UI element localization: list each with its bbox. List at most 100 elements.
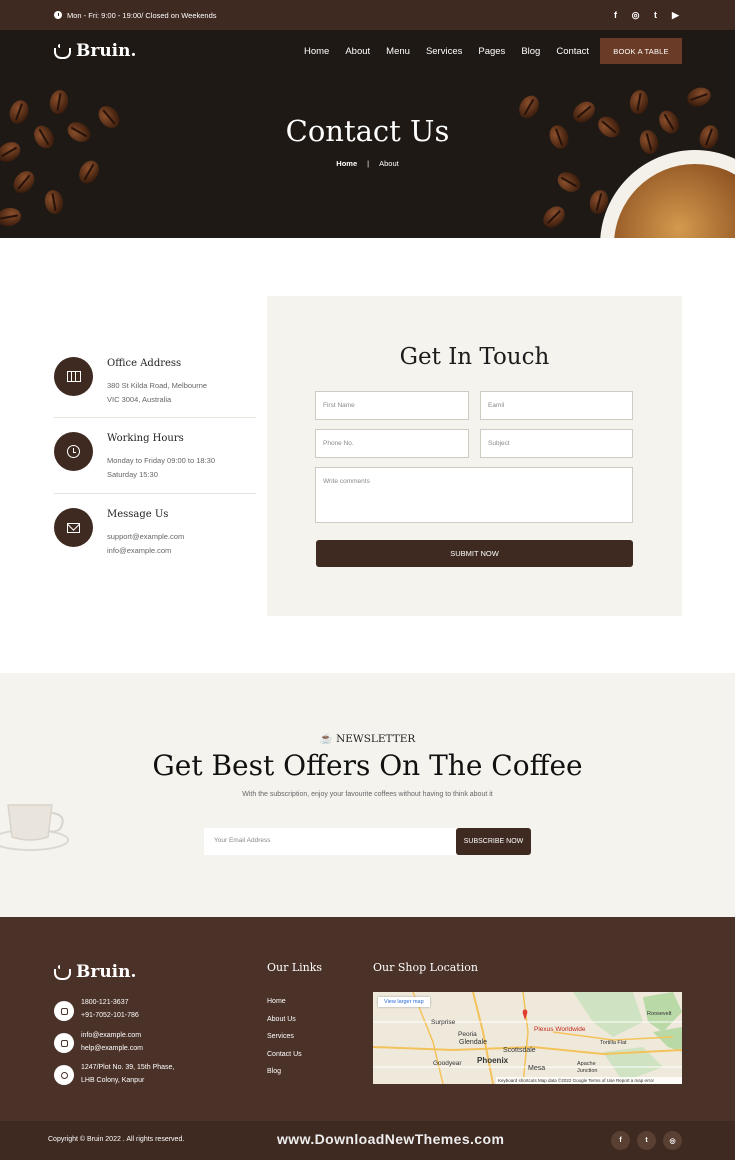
footer-instagram-icon[interactable]: ◎ <box>663 1131 682 1150</box>
office-address-title: Office Address <box>107 358 182 369</box>
envelope-icon <box>67 522 80 533</box>
nav-item-menu[interactable]: Menu <box>386 46 410 57</box>
footer-link-blog[interactable]: Blog <box>267 1063 302 1081</box>
nav-item-pages[interactable]: Pages <box>478 46 505 57</box>
submit-button[interactable]: SUBMIT NOW <box>316 540 633 567</box>
breadcrumb-home[interactable]: Home <box>336 159 357 168</box>
footer-twitter-icon[interactable]: t <box>637 1131 656 1150</box>
brand-logo[interactable]: Bruin. <box>54 41 136 61</box>
twitter-icon[interactable]: t <box>650 10 661 20</box>
support-email[interactable]: support@example.com <box>107 532 184 541</box>
footer-brand-name: Bruin. <box>76 962 137 982</box>
view-larger-map-link[interactable]: View larger map <box>378 997 430 1007</box>
newsletter-section: ☕ NEWSLETTER Get Best Offers On The Coff… <box>0 673 735 917</box>
subject-field[interactable]: Subject <box>480 429 633 458</box>
divider <box>54 417 256 418</box>
footer-facebook-icon[interactable]: f <box>611 1131 630 1150</box>
clock-icon <box>67 445 80 458</box>
breadcrumb-current: About <box>379 159 399 168</box>
newsletter-email-input[interactable]: Your Email Address <box>204 828 456 855</box>
footer-phone-2[interactable]: +91-7052-101-786 <box>81 1012 139 1019</box>
copyright-text: Copyright © Bruin 2022 . All rights rese… <box>48 1136 185 1143</box>
footer-link-services[interactable]: Services <box>267 1028 302 1046</box>
footer-links: Home About Us Services Contact Us Blog <box>267 993 302 1081</box>
email-icon <box>54 1033 74 1053</box>
brand-name: Bruin. <box>76 41 137 61</box>
coffee-bean-decoration <box>554 168 584 196</box>
opening-hours-text: Mon - Fri: 9:00 - 19:00/ Closed on Weeke… <box>67 10 217 20</box>
footer-link-contact[interactable]: Contact Us <box>267 1046 302 1064</box>
map-label-scottsdale: Scottsdale <box>503 1047 536 1054</box>
working-hours-line-1: Monday to Friday 09:00 to 18:30 <box>107 456 215 465</box>
footer-email-1[interactable]: info@example.com <box>81 1032 141 1039</box>
map-label-surprise: Surprise <box>431 1019 456 1026</box>
bottom-bar: Copyright © Bruin 2022 . All rights rese… <box>0 1121 735 1160</box>
footer-email-2[interactable]: help@example.com <box>81 1045 143 1052</box>
office-address-line-1: 380 St Kilda Road, Melbourne <box>107 381 208 390</box>
newsletter-subtitle: With the subscription, enjoy your favour… <box>242 791 493 798</box>
footer-link-about[interactable]: About Us <box>267 1011 302 1029</box>
footer-logo[interactable]: Bruin. <box>54 962 136 982</box>
newsletter-title: Get Best Offers On The Coffee <box>152 749 583 782</box>
instagram-icon[interactable]: ◎ <box>630 10 641 21</box>
map-label-phoenix: Phoenix <box>477 1056 509 1065</box>
nav-item-home[interactable]: Home <box>304 46 329 57</box>
coffee-bean-decoration <box>48 88 70 116</box>
form-title: Get In Touch <box>399 344 550 370</box>
top-bar: Mon - Fri: 9:00 - 19:00/ Closed on Weeke… <box>0 0 735 30</box>
top-social-links: f ◎ t ▶ <box>610 10 681 21</box>
page-title: Contact Us <box>285 114 450 148</box>
footer-address-line-1: 1247/Plot No. 39, 15th Phase, <box>81 1064 175 1071</box>
map-marker-label[interactable]: Plexus Worldwide <box>534 1026 586 1033</box>
nav-item-contact[interactable]: Contact <box>556 46 589 57</box>
message-us-block: Message Us support@example.com info@examp… <box>54 508 256 558</box>
breadcrumb: Home | About <box>0 159 735 168</box>
map-icon <box>66 371 81 382</box>
nav-item-blog[interactable]: Blog <box>521 46 540 57</box>
message-us-icon-circle <box>54 508 93 547</box>
phone-field[interactable]: Phone No. <box>315 429 469 458</box>
footer-address-line-2: LHB Colony, Kanpur <box>81 1076 145 1084</box>
map-attribution: Keyboard shortcuts Map data ©2022 Google… <box>496 1077 682 1084</box>
hero-banner: Bruin. Home About Menu Services Pages Bl… <box>0 30 735 238</box>
coffee-bean-decoration <box>539 202 569 232</box>
newsletter-tag-text: NEWSLETTER <box>336 733 416 745</box>
clock-icon <box>54 11 62 19</box>
book-table-button[interactable]: BOOK A TABLE <box>600 38 682 64</box>
newsletter-tag: ☕ NEWSLETTER <box>0 732 735 745</box>
footer-address: 1247/Plot No. 39, 15th Phase, LHB Colony,… <box>81 1062 174 1087</box>
email-field[interactable]: Eamil <box>480 391 633 420</box>
coffee-bean-decoration <box>684 84 714 110</box>
map-label-goodyear: Goodyear <box>433 1060 462 1067</box>
message-us-text: support@example.com info@example.com <box>107 530 184 557</box>
breadcrumb-separator: | <box>367 159 370 168</box>
facebook-icon[interactable]: f <box>610 10 621 20</box>
info-email[interactable]: info@example.com <box>107 546 171 555</box>
nav-item-about[interactable]: About <box>345 46 370 57</box>
nav-item-services[interactable]: Services <box>426 46 462 57</box>
divider <box>54 493 256 494</box>
working-hours-icon-circle <box>54 432 93 471</box>
location-title: Our Shop Location <box>373 961 478 974</box>
map-label-mesa: Mesa <box>528 1065 546 1072</box>
subscribe-button[interactable]: SUBSCRIBE NOW <box>456 828 531 855</box>
coffee-bean-decoration <box>628 88 650 116</box>
working-hours-title: Working Hours <box>107 433 184 444</box>
comments-textarea[interactable]: Write comments <box>315 467 633 523</box>
links-title: Our Links <box>267 961 323 974</box>
google-map[interactable]: View larger map Surprise Peoria Glendale… <box>373 992 682 1084</box>
footer-phone-1[interactable]: 1800-121-3637 <box>81 999 129 1006</box>
message-us-title: Message Us <box>107 509 169 520</box>
coffee-mug-icon <box>54 965 72 980</box>
office-address-text: 380 St Kilda Road, Melbourne VIC 3004, Au… <box>107 379 207 406</box>
first-name-field[interactable]: First Name <box>315 391 469 420</box>
footer-emails: info@example.com help@example.com <box>81 1030 143 1055</box>
office-address-line-2: VIC 3004, Australia <box>107 394 172 404</box>
youtube-icon[interactable]: ▶ <box>670 10 681 21</box>
coffee-mug-icon <box>54 44 72 59</box>
working-hours-text: Monday to Friday 09:00 to 18:30 Saturday … <box>107 454 215 481</box>
coffee-bean-decoration <box>0 206 23 228</box>
coffee-bean-decoration <box>9 167 39 197</box>
footer-link-home[interactable]: Home <box>267 993 302 1011</box>
nav-menu: Home About Menu Services Pages Blog Cont… <box>304 30 605 72</box>
